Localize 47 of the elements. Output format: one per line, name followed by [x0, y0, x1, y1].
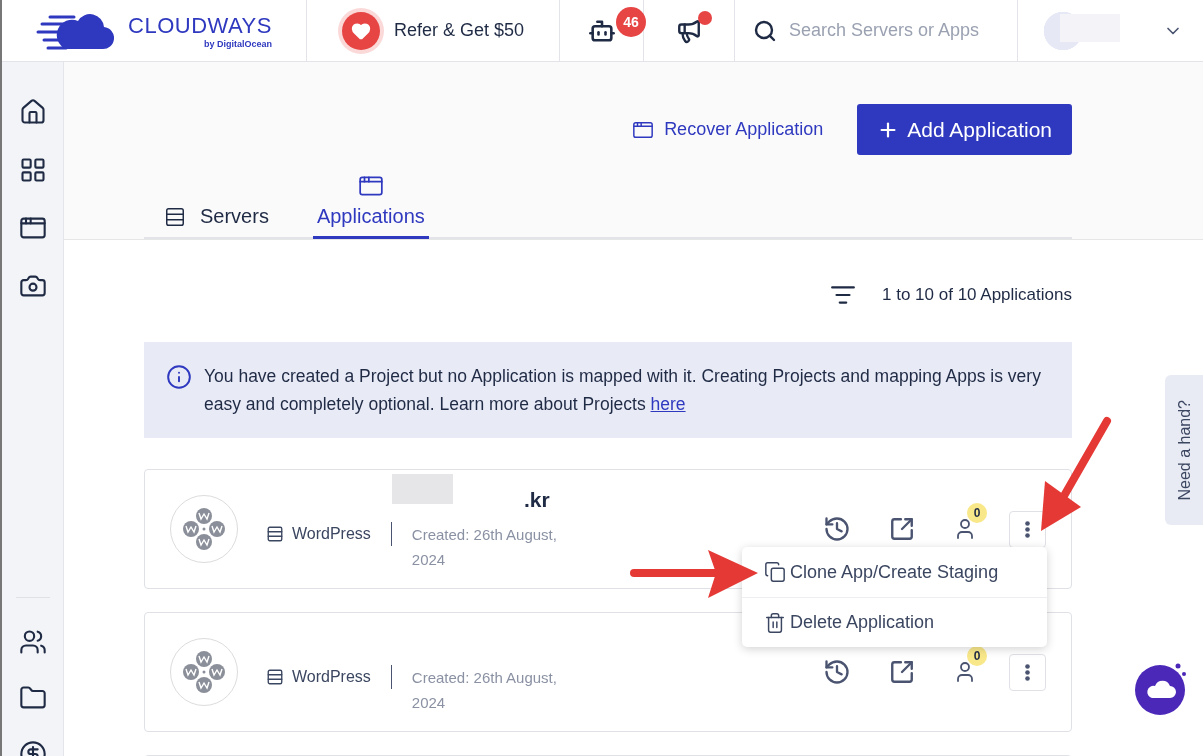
add-application-button[interactable]: Add Application: [857, 104, 1072, 155]
wordpress-logo-icon: [182, 650, 226, 694]
history-button[interactable]: [823, 658, 851, 686]
megaphone-icon[interactable]: [676, 17, 702, 44]
history-icon: [823, 515, 851, 543]
app-type: WordPress: [266, 522, 392, 546]
external-link-icon: [889, 659, 915, 685]
created-date: Created: 26th August, 2024: [410, 525, 558, 570]
help-tab[interactable]: Need a hand?: [1165, 375, 1203, 525]
redacted-area: [392, 474, 453, 504]
info-icon: [166, 364, 192, 390]
here-link[interactable]: here: [650, 394, 686, 414]
heart-badge[interactable]: [341, 11, 380, 50]
copy-icon: [764, 561, 786, 583]
brand-byline: by DigitalOcean: [203, 38, 272, 49]
external-link-icon: [889, 516, 915, 542]
info-message: You have created a Project but no Application is mapped with it. Creating Projects and mapping Apps is very easy and completely optional. Learn more about Projects here: [204, 365, 1042, 416]
tab[interactable]: Servers: [160, 205, 273, 239]
open-external-button[interactable]: [889, 659, 915, 685]
server-icon: [266, 525, 284, 543]
app-type: WordPress: [266, 665, 392, 689]
open-external-button[interactable]: [889, 516, 915, 542]
app-name[interactable]: .kr: [524, 488, 550, 512]
history-icon: [823, 658, 851, 686]
home-icon[interactable]: [18, 98, 47, 126]
search-icon: [753, 18, 777, 43]
collaborator-count: 0: [967, 503, 987, 523]
server-apps-icon[interactable]: [18, 156, 47, 184]
tab[interactable]: Applications: [312, 173, 429, 239]
menu-item[interactable]: Delete Application: [742, 597, 1047, 647]
history-button[interactable]: [823, 515, 851, 543]
window-icon: [357, 173, 384, 199]
referral-link[interactable]: Refer & Get $50: [393, 20, 525, 41]
server-icon: [164, 205, 186, 228]
created-date: Created: 26th August, 2024: [410, 668, 558, 713]
trash-icon: [764, 611, 786, 634]
users-icon[interactable]: [18, 628, 47, 656]
more-vertical-icon: [1025, 520, 1030, 538]
heart-icon: [350, 20, 371, 41]
more-vertical-icon: [1025, 663, 1030, 681]
more-options-button[interactable]: [1009, 653, 1046, 691]
recover-application-link[interactable]: Recover Application: [632, 118, 824, 141]
server-icon: [266, 668, 284, 686]
wordpress-logo-icon: [182, 507, 226, 551]
results-count: 1 to 10 of 10 Applications: [882, 285, 1072, 305]
notification-count: 46: [616, 7, 646, 37]
brand-name: CLOUDWAYS: [128, 12, 272, 39]
